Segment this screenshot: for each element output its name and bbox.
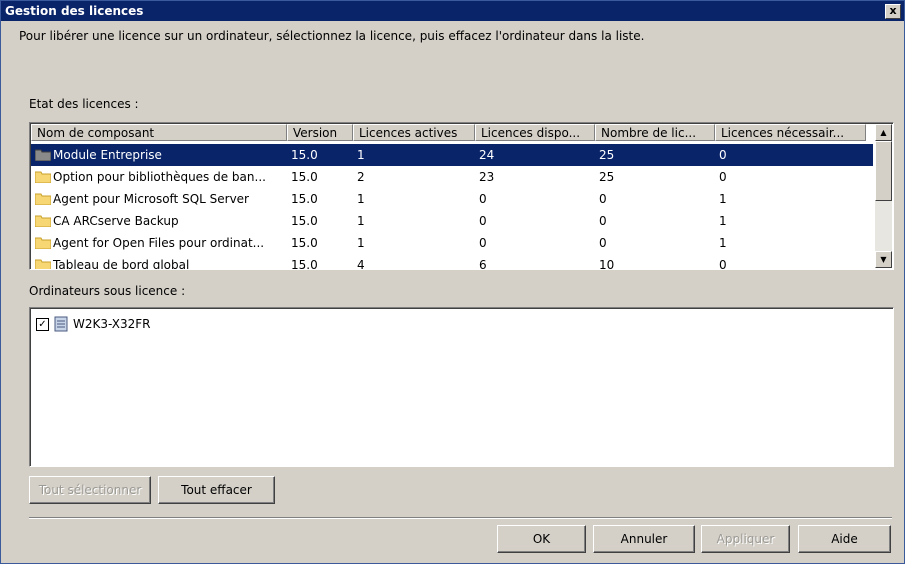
ok-button[interactable]: OK	[497, 525, 586, 553]
cell-version: 15.0	[291, 192, 318, 206]
folder-icon	[35, 237, 51, 249]
column-header-active-licenses[interactable]: Licences actives	[353, 124, 475, 141]
column-header-component-name[interactable]: Nom de composant	[31, 124, 287, 141]
scroll-down-button[interactable]: ▼	[875, 251, 892, 268]
cell-version: 15.0	[291, 214, 318, 228]
cell-total: 25	[599, 170, 615, 184]
folder-icon	[35, 193, 51, 205]
scroll-thumb[interactable]	[875, 141, 892, 201]
title-bar: Gestion des licences x	[1, 1, 904, 21]
cell-version: 15.0	[291, 236, 318, 250]
column-header-available-licenses[interactable]: Licences dispo...	[475, 124, 595, 141]
licensed-computers-label: Ordinateurs sous licence :	[29, 284, 186, 298]
cell-total: 0	[599, 192, 607, 206]
license-state-label: Etat des licences :	[29, 97, 139, 111]
apply-button[interactable]: Appliquer	[701, 525, 790, 553]
cell-available: 0	[479, 236, 487, 250]
clear-all-button[interactable]: Tout effacer	[158, 476, 275, 504]
cell-available: 0	[479, 214, 487, 228]
licensed-computers-list: ✓ W2K3-X32FR	[29, 307, 894, 467]
column-header-license-count[interactable]: Nombre de lic...	[595, 124, 715, 141]
cell-component-name: Agent pour Microsoft SQL Server	[53, 192, 249, 206]
cell-version: 15.0	[291, 170, 318, 184]
arrow-down-icon: ▼	[880, 255, 887, 264]
cell-version: 15.0	[291, 148, 318, 162]
cell-total: 10	[599, 258, 615, 270]
cell-component-name: Tableau de bord global	[53, 258, 190, 270]
close-icon: x	[889, 4, 897, 17]
cell-available: 0	[479, 192, 487, 206]
table-row[interactable]: Option pour bibliothèques de ban... 15.0…	[31, 166, 873, 188]
license-management-dialog: Gestion des licences x Pour libérer une …	[0, 0, 905, 564]
license-table: Nom de composant Version Licences active…	[29, 122, 894, 270]
cell-total: 0	[599, 236, 607, 250]
close-button[interactable]: x	[885, 4, 901, 19]
dialog-title: Gestion des licences	[5, 4, 144, 18]
cell-component-name: Option pour bibliothèques de ban...	[53, 170, 266, 184]
table-header: Nom de composant Version Licences active…	[31, 124, 866, 143]
cell-required: 0	[719, 148, 727, 162]
cell-active: 4	[357, 258, 365, 270]
folder-icon	[35, 259, 51, 269]
intro-text: Pour libérer une licence sur un ordinate…	[19, 29, 645, 43]
table-row[interactable]: Tableau de bord global 15.0 4 6 10 0	[31, 254, 873, 270]
cell-required: 1	[719, 192, 727, 206]
folder-icon	[35, 171, 51, 183]
cell-version: 15.0	[291, 258, 318, 270]
help-button[interactable]: Aide	[798, 525, 891, 553]
folder-icon	[35, 149, 51, 161]
arrow-up-icon: ▲	[880, 128, 887, 137]
cell-active: 1	[357, 236, 365, 250]
cell-total: 25	[599, 148, 615, 162]
cancel-button[interactable]: Annuler	[593, 525, 695, 553]
table-row[interactable]: Agent for Open Files pour ordinat... 15.…	[31, 232, 873, 254]
scroll-up-button[interactable]: ▲	[875, 124, 892, 141]
column-header-version[interactable]: Version	[287, 124, 353, 141]
list-item[interactable]: ✓ W2K3-X32FR	[36, 316, 150, 332]
cell-total: 0	[599, 214, 607, 228]
cell-component-name: Agent for Open Files pour ordinat...	[53, 236, 265, 250]
cell-available: 6	[479, 258, 487, 270]
table-vertical-scrollbar[interactable]: ▲ ▼	[875, 124, 892, 268]
computer-name: W2K3-X32FR	[73, 317, 151, 331]
select-all-button[interactable]: Tout sélectionner	[29, 476, 151, 504]
table-body: Module Entreprise 15.0 1 24 25 0 Option …	[31, 144, 873, 270]
separator	[29, 517, 892, 519]
cell-component-name: CA ARCserve Backup	[53, 214, 179, 228]
cell-active: 1	[357, 148, 365, 162]
cell-available: 23	[479, 170, 495, 184]
cell-required: 1	[719, 236, 727, 250]
cell-active: 1	[357, 192, 365, 206]
cell-active: 2	[357, 170, 365, 184]
cell-component-name: Module Entreprise	[53, 148, 162, 162]
table-row[interactable]: CA ARCserve Backup 15.0 1 0 0 1	[31, 210, 873, 232]
cell-active: 1	[357, 214, 365, 228]
folder-icon	[35, 215, 51, 227]
cell-required: 0	[719, 170, 727, 184]
cell-required: 0	[719, 258, 727, 270]
column-header-required-licenses[interactable]: Licences nécessair...	[715, 124, 866, 141]
cell-required: 1	[719, 214, 727, 228]
computer-checkbox[interactable]: ✓	[36, 317, 49, 331]
table-row[interactable]: Module Entreprise 15.0 1 24 25 0	[31, 144, 873, 166]
cell-available: 24	[479, 148, 495, 162]
table-row[interactable]: Agent pour Microsoft SQL Server 15.0 1 0…	[31, 188, 873, 210]
server-icon	[54, 316, 68, 332]
